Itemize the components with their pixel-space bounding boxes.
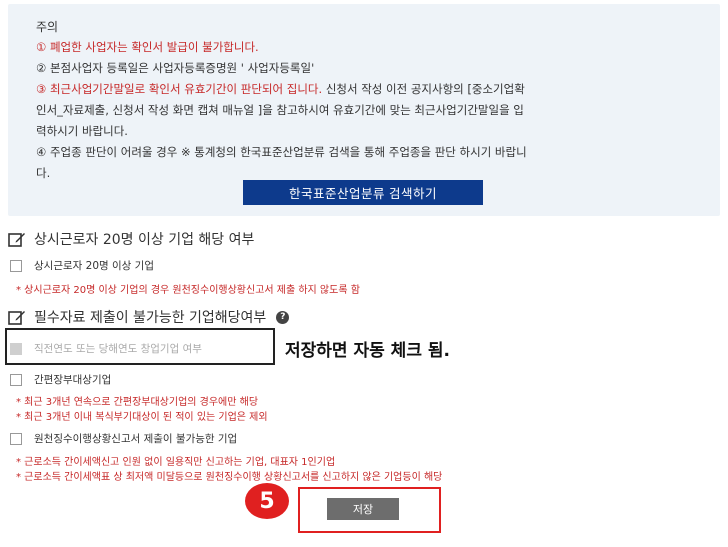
- simple-ledger-note-1: * 최근 3개년 연속으로 간편장부대상기업의 경우에만 해당: [16, 397, 259, 408]
- employees-20-label: 상시근로자 20명 이상 기업: [34, 260, 154, 272]
- edit-icon: [8, 233, 25, 247]
- withholding-note-2: * 근로소득 간이세액표 상 최저액 미달등으로 원천징수이행 상황신고서를 신…: [16, 472, 443, 483]
- simple-ledger-note-2: * 최근 3개년 이내 복식부기대상이 된 적이 있는 기업은 제외: [16, 412, 268, 423]
- section1-header: 상시근로자 20명 이상 기업 해당 여부: [8, 229, 254, 249]
- auto-check-annotation: 저장하면 자동 체크 됨.: [285, 341, 450, 361]
- edit-icon: [8, 311, 25, 325]
- notice-line-4: 인서_자료제출, 신청서 작성 화면 캡쳐 매뉴얼 ]을 참고하시여 유효기간에…: [36, 103, 524, 117]
- notice-line-7: 다.: [36, 166, 51, 180]
- industry-classification-search-button[interactable]: 한국표준산업분류 검색하기: [243, 180, 483, 205]
- help-icon[interactable]: ?: [276, 310, 290, 324]
- withholding-label: 원천징수이행상황신고서 제출이 불가능한 기업: [34, 433, 238, 445]
- section1-note: * 상시근로자 20명 이상 기업의 경우 원천징수이행상황신고서 제출 하지 …: [16, 285, 360, 296]
- startup-label: 직전연도 또는 당해연도 창업기업 여부: [34, 343, 202, 355]
- simple-ledger-checkbox-row[interactable]: 간편장부대상기업: [10, 372, 111, 387]
- withholding-note-1: * 근로소득 간이세액신고 인원 없이 일용직만 신고하는 기업, 대표자 1인…: [16, 457, 336, 468]
- notice-line-6: ④ 주업종 판단이 어려울 경우 ※ 통계청의 한국표준산업분류 검색을 통해 …: [36, 145, 527, 159]
- simple-ledger-label: 간편장부대상기업: [34, 374, 112, 386]
- notice-line-5: 력하시기 바랍니다.: [36, 124, 128, 138]
- notice-line-3: ③ 최근사업기간말일로 확인서 유효기간이 판단되어 집니다. 신청서 작성 이…: [36, 79, 525, 100]
- simple-ledger-checkbox[interactable]: [10, 373, 22, 386]
- withholding-checkbox[interactable]: [10, 432, 22, 445]
- section2-title: 필수자료 제출이 불가능한 기업해당여부: [34, 310, 267, 326]
- employees-20-checkbox-row[interactable]: 상시근로자 20명 이상 기업: [10, 258, 154, 273]
- step-number-badge: 5: [245, 483, 289, 519]
- startup-checkbox-disabled: [10, 342, 22, 355]
- startup-checkbox-row: 직전연도 또는 당해연도 창업기업 여부: [10, 341, 202, 356]
- notice-line-3-cont: 신청서 작성 이전 공지사항의 [중소기업확: [322, 82, 525, 96]
- notice-line-3-red: ③ 최근사업기간말일로 확인서 유효기간이 판단되어 집니다.: [36, 82, 323, 96]
- section2-header: 필수자료 제출이 불가능한 기업해당여부 ?: [8, 307, 290, 327]
- employees-20-checkbox[interactable]: [10, 259, 22, 272]
- notice-line-2: ② 본점사업자 등록일은 사업자등록증명원 ' 사업자등록일': [36, 61, 315, 75]
- notice-title: 주의: [36, 20, 59, 34]
- section1-title: 상시근로자 20명 이상 기업 해당 여부: [34, 232, 255, 248]
- save-button[interactable]: 저장: [327, 498, 399, 520]
- notice-line-1: ① 폐업한 사업자는 확인서 발급이 불가합니다.: [36, 40, 259, 54]
- withholding-checkbox-row[interactable]: 원천징수이행상황신고서 제출이 불가능한 기업: [10, 431, 237, 446]
